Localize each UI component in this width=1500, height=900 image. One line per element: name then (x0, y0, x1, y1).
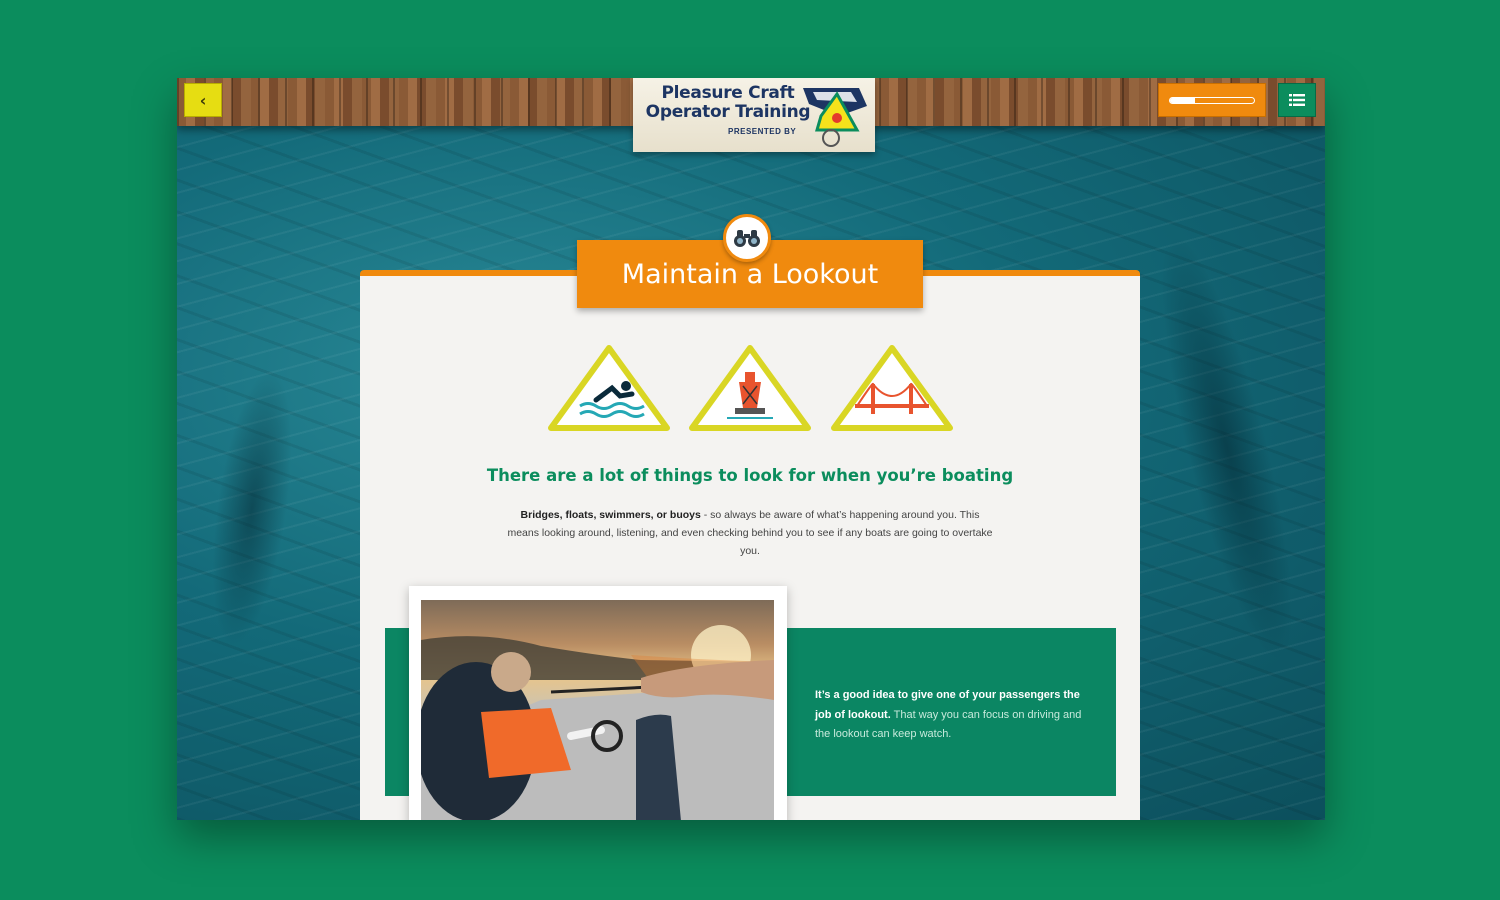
photo-frame (409, 586, 787, 820)
lesson-title: Maintain a Lookout (621, 258, 879, 290)
progress-button[interactable] (1158, 83, 1266, 117)
lesson-headline: There are a lot of things to look for wh… (486, 466, 1014, 485)
chevron-left-icon: ‹ (199, 90, 207, 110)
swimmer-sign-icon (548, 345, 670, 431)
buoy-sign-icon (689, 345, 811, 431)
app-window: ‹ Pleasure Craft Operator Training PRESE… (177, 78, 1325, 820)
boat-photo-illustration (421, 625, 774, 820)
lesson-card: There are a lot of things to look for wh… (360, 270, 1140, 820)
lesson-body: Bridges, floats, swimmers, or buoys - so… (507, 509, 993, 557)
logo-title: Pleasure Craft Operator Training (645, 83, 811, 122)
bridge-sign-icon (831, 345, 953, 431)
list-menu-icon (1289, 94, 1305, 106)
progress-fill (1170, 97, 1196, 103)
warning-signs (360, 342, 1140, 436)
course-logo: Pleasure Craft Operator Training PRESENT… (633, 78, 875, 152)
back-button[interactable]: ‹ (184, 83, 222, 117)
progress-bar (1169, 96, 1255, 104)
fish-shadow (197, 364, 307, 652)
tip-text: It’s a good idea to give one of your pas… (815, 689, 1082, 740)
fish-shadow (1134, 224, 1320, 672)
menu-button[interactable] (1278, 83, 1316, 117)
binoculars-icon (734, 230, 760, 247)
boat-lookout-photo (421, 600, 774, 820)
logo-presented-by: PRESENTED BY (728, 127, 797, 136)
boat-logo-icon (803, 88, 867, 147)
title-badge (723, 214, 771, 262)
